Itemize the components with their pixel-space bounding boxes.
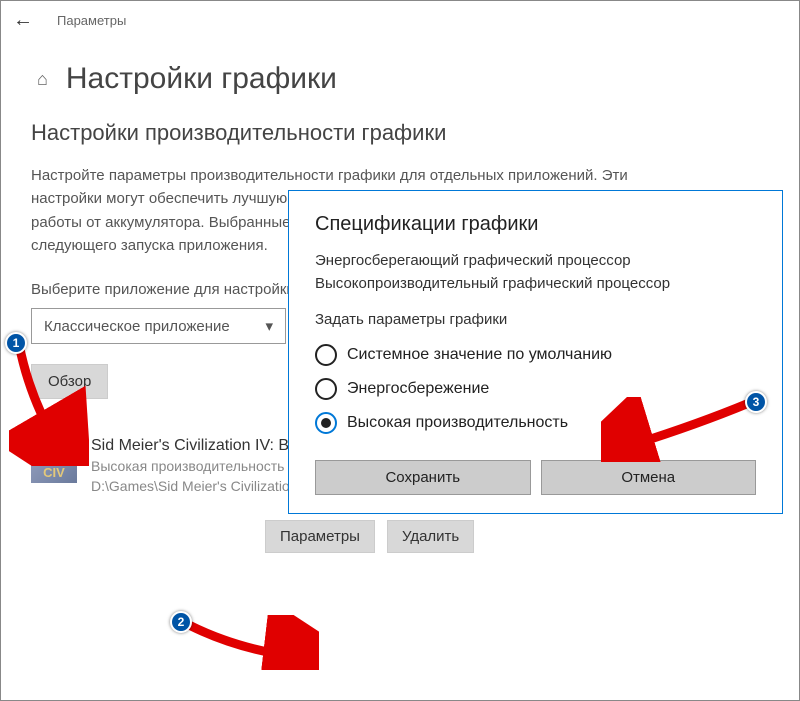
back-icon[interactable]: ← <box>13 9 33 32</box>
dialog-section-label: Задать параметры графики <box>315 311 756 328</box>
chevron-down-icon: ▾ <box>265 317 273 335</box>
browse-button[interactable]: Обзор <box>31 364 108 399</box>
dialog-buttons: Сохранить Отмена <box>315 460 756 495</box>
save-button[interactable]: Сохранить <box>315 460 531 495</box>
radio-label: Энергосбережение <box>347 380 489 398</box>
radio-power-saving[interactable]: Энергосбережение <box>315 372 756 406</box>
page-header: ⌂ Настройки графики <box>1 40 799 106</box>
cancel-button[interactable]: Отмена <box>541 460 757 495</box>
page-title: Настройки графики <box>66 62 337 96</box>
graphics-spec-dialog: Спецификации графики Энергосберегающий г… <box>288 190 783 514</box>
home-icon[interactable]: ⌂ <box>37 69 48 90</box>
radio-icon <box>315 344 337 366</box>
annotation-arrow-2 <box>179 615 319 670</box>
radio-system-default[interactable]: Системное значение по умолчанию <box>315 338 756 372</box>
app-type-dropdown[interactable]: Классическое приложение ▾ <box>31 308 286 344</box>
dialog-title: Спецификации графики <box>315 213 756 236</box>
annotation-badge-2: 2 <box>170 611 192 633</box>
annotation-badge-3: 3 <box>745 391 767 413</box>
dialog-gpu-highperf: Высокопроизводительный графический проце… <box>315 273 756 296</box>
window-title: Параметры <box>57 13 126 28</box>
section-subhead: Настройки производительности графики <box>31 120 769 146</box>
annotation-badge-1: 1 <box>5 332 27 354</box>
radio-icon <box>315 412 337 434</box>
top-bar: ← Параметры <box>1 1 799 40</box>
remove-button[interactable]: Удалить <box>387 520 474 553</box>
radio-high-performance[interactable]: Высокая производительность <box>315 406 756 440</box>
radio-label: Системное значение по умолчанию <box>347 346 612 364</box>
app-icon: CIV <box>31 437 77 483</box>
dialog-gpu-powersave: Энергосберегающий графический процессор <box>315 250 756 273</box>
radio-icon <box>315 378 337 400</box>
options-button[interactable]: Параметры <box>265 520 375 553</box>
radio-label: Высокая производительность <box>347 414 568 432</box>
app-buttons: Параметры Удалить <box>265 520 769 553</box>
app-type-value: Классическое приложение <box>44 318 230 335</box>
